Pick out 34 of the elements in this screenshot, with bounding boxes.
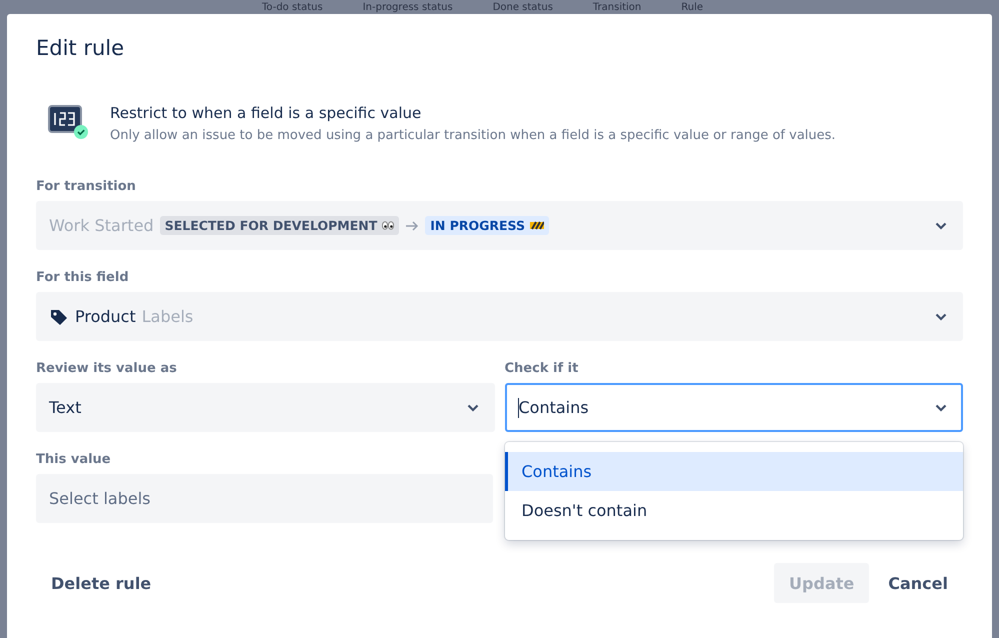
cancel-button[interactable]: Cancel [873, 563, 963, 603]
arrow-right-icon [405, 220, 420, 230]
chevron-down-icon [935, 222, 947, 230]
status-lozenge: SELECTED FOR DEVELOPMENT [160, 216, 400, 235]
column-header: In-progress status [362, 2, 453, 12]
rule-description: Only allow an issue to be moved using a particular transition when a field is a specific value or range of values. [110, 128, 836, 143]
number-display-icon [48, 104, 90, 140]
chevron-down-icon [935, 404, 947, 412]
column-header: Done status [492, 2, 553, 12]
condition-select[interactable]: Contains [504, 383, 963, 432]
review-select[interactable]: Text [36, 383, 494, 432]
column-header: To-do status [262, 2, 323, 12]
chevron-down-icon [935, 312, 947, 320]
field-label: For transition [36, 179, 136, 194]
field-label: Review its value as [36, 361, 177, 376]
eyes-icon [382, 221, 394, 230]
column-header: Rule [681, 2, 704, 12]
striped-barrier-icon [530, 220, 544, 230]
tag-icon [49, 308, 69, 326]
delete-rule-button[interactable]: Delete rule [36, 563, 166, 603]
dialog-title: Edit rule [36, 36, 126, 60]
status-lozenge: IN PROGRESS [425, 216, 549, 235]
chevron-down-icon [466, 404, 478, 412]
rule-title: Restrict to when a field is a specific value [110, 104, 422, 122]
dropdown-option[interactable]: Doesn't contain [504, 491, 963, 530]
labels-select[interactable]: Select labels [36, 474, 493, 523]
field-label: Check if it [504, 361, 578, 376]
field-select[interactable]: Product Labels [36, 292, 963, 341]
field-label: For this field [36, 270, 129, 285]
field-label: This value [36, 452, 111, 467]
field-name: Product [75, 307, 136, 326]
column-header: Transition [592, 2, 642, 12]
field-type: Labels [142, 307, 194, 326]
dropdown-option[interactable]: Contains [504, 452, 963, 491]
